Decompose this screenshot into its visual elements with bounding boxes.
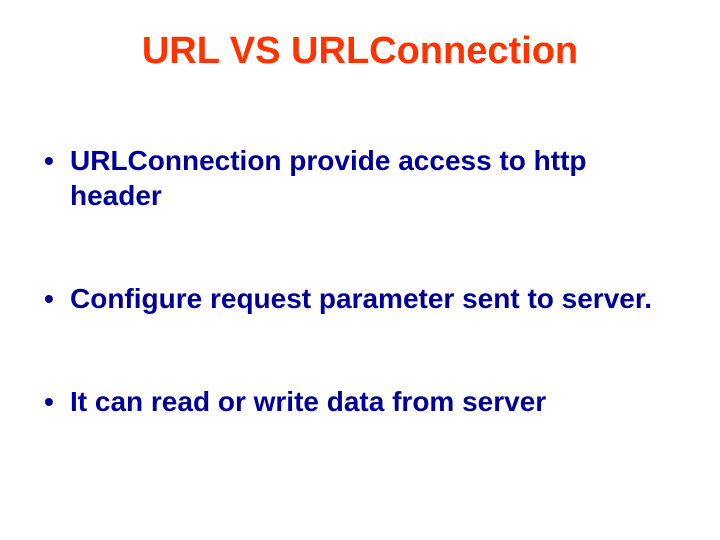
bullet-list: URLConnection provide access to http hea… xyxy=(40,143,680,419)
list-item: It can read or write data from server xyxy=(40,384,680,419)
slide-title: URL VS URLConnection xyxy=(40,30,680,73)
list-item: URLConnection provide access to http hea… xyxy=(40,143,680,213)
list-item: Configure request parameter sent to serv… xyxy=(40,281,680,316)
